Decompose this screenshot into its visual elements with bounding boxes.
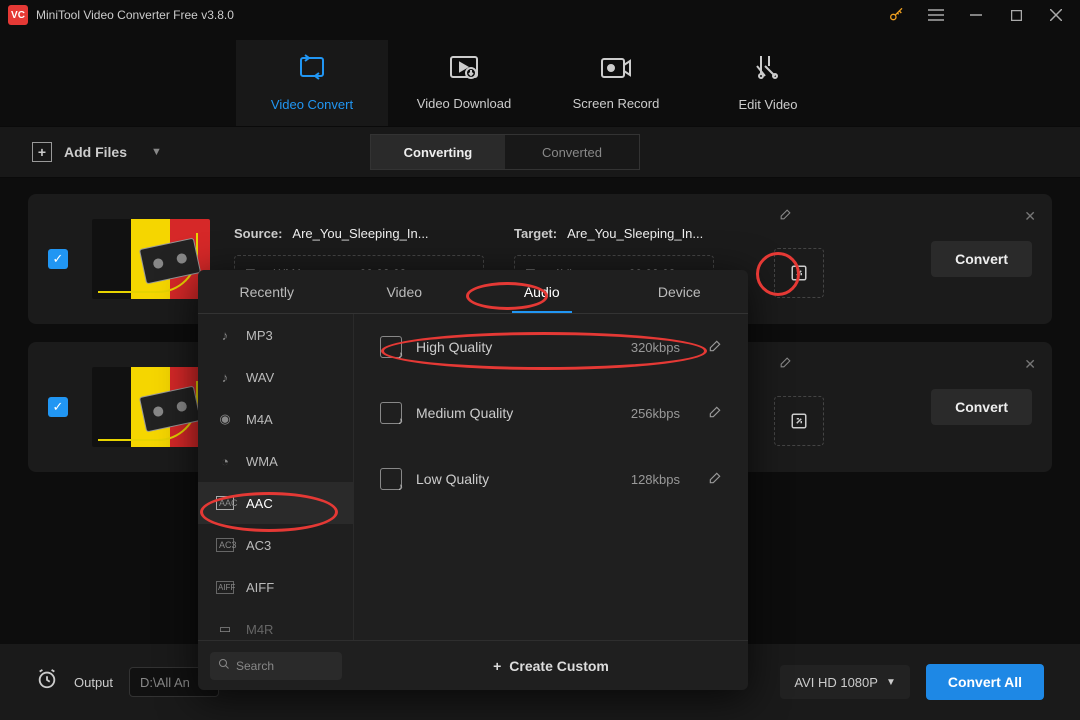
format-popover: Recently Video Audio Device ♪MP3 ♪WAV ◉M… bbox=[198, 270, 748, 690]
edit-icon bbox=[755, 54, 781, 87]
create-custom-button[interactable]: + Create Custom bbox=[354, 658, 748, 674]
schedule-icon[interactable] bbox=[36, 668, 58, 696]
convert-button[interactable]: Convert bbox=[931, 389, 1032, 425]
audio-icon: ▭ bbox=[216, 621, 234, 637]
format-ac3[interactable]: AC3AC3 bbox=[198, 524, 353, 566]
edit-icon[interactable] bbox=[708, 405, 722, 422]
format-m4r[interactable]: ▭M4R bbox=[198, 608, 353, 640]
tab-edit-video[interactable]: Edit Video bbox=[692, 40, 844, 126]
popover-tabs: Recently Video Audio Device bbox=[198, 270, 748, 314]
titlebar: VC MiniTool Video Converter Free v3.8.0 bbox=[0, 0, 1080, 30]
edit-icon[interactable] bbox=[708, 471, 722, 488]
minimize-icon[interactable] bbox=[956, 0, 996, 30]
edit-target-icon[interactable] bbox=[779, 208, 792, 224]
add-files-button[interactable]: + Add Files ▼ bbox=[32, 142, 162, 162]
tab-label: Video Convert bbox=[271, 97, 353, 112]
audio-icon: ♪ bbox=[216, 328, 234, 343]
thumbnail bbox=[92, 367, 210, 447]
popover-footer: Search + Create Custom bbox=[198, 640, 748, 690]
preset-selector[interactable]: AVI HD 1080P ▼ bbox=[780, 665, 910, 699]
format-mp3[interactable]: ♪MP3 bbox=[198, 314, 353, 356]
target-label: Target: bbox=[514, 226, 557, 241]
tab-video-download[interactable]: Video Download bbox=[388, 40, 540, 126]
convert-all-button[interactable]: Convert All bbox=[926, 664, 1044, 700]
tab-label: Video Download bbox=[417, 96, 511, 111]
format-wav[interactable]: ♪WAV bbox=[198, 356, 353, 398]
search-input[interactable]: Search bbox=[210, 652, 342, 680]
main-tabs: Video Convert Video Download Screen Reco… bbox=[0, 30, 1080, 126]
tab-screen-record[interactable]: Screen Record bbox=[540, 40, 692, 126]
maximize-icon[interactable] bbox=[996, 0, 1036, 30]
quality-label: Medium Quality bbox=[416, 405, 513, 421]
settings-button[interactable] bbox=[774, 396, 824, 446]
menu-icon[interactable] bbox=[916, 0, 956, 30]
checkbox[interactable]: ✓ bbox=[48, 249, 68, 269]
close-icon[interactable] bbox=[1036, 0, 1076, 30]
create-custom-label: Create Custom bbox=[509, 658, 609, 674]
plus-icon: + bbox=[32, 142, 52, 162]
quality-icon bbox=[380, 336, 402, 358]
edit-icon[interactable] bbox=[708, 339, 722, 356]
search-icon bbox=[218, 658, 230, 673]
quality-bitrate: 320kbps bbox=[631, 340, 680, 355]
app-logo: VC bbox=[8, 5, 28, 25]
tab-recently[interactable]: Recently bbox=[198, 270, 336, 313]
thumbnail bbox=[92, 219, 210, 299]
format-aac[interactable]: AACAAC bbox=[198, 482, 353, 524]
edit-target-icon[interactable] bbox=[779, 356, 792, 372]
quality-icon bbox=[380, 402, 402, 424]
source-label: Source: bbox=[234, 226, 282, 241]
search-placeholder: Search bbox=[236, 659, 274, 673]
tab-label: Edit Video bbox=[738, 97, 797, 112]
format-m4a[interactable]: ◉M4A bbox=[198, 398, 353, 440]
key-icon[interactable] bbox=[876, 0, 916, 30]
tab-audio[interactable]: Audio bbox=[473, 270, 611, 313]
output-label: Output bbox=[74, 675, 113, 690]
audio-icon: ◔ bbox=[216, 454, 234, 469]
record-icon bbox=[600, 55, 632, 86]
quality-bitrate: 256kbps bbox=[631, 406, 680, 421]
download-icon bbox=[449, 55, 479, 86]
converting-tabs: Converting Converted bbox=[370, 134, 640, 170]
remove-button[interactable]: ✕ bbox=[1024, 356, 1036, 373]
audio-icon: AAC bbox=[216, 496, 234, 510]
quality-bitrate: 128kbps bbox=[631, 472, 680, 487]
chevron-down-icon: ▼ bbox=[151, 146, 162, 158]
source-filename: Are_You_Sleeping_In... bbox=[292, 226, 428, 241]
quality-label: Low Quality bbox=[416, 471, 489, 487]
tab-video-convert[interactable]: Video Convert bbox=[236, 40, 388, 126]
quality-icon bbox=[380, 468, 402, 490]
format-wma[interactable]: ◔WMA bbox=[198, 440, 353, 482]
quality-high[interactable]: High Quality 320kbps bbox=[354, 314, 748, 380]
convert-button[interactable]: Convert bbox=[931, 241, 1032, 277]
preset-label: AVI HD 1080P bbox=[794, 675, 878, 690]
convert-icon bbox=[297, 54, 327, 87]
audio-icon: ◉ bbox=[216, 411, 234, 427]
format-list[interactable]: ♪MP3 ♪WAV ◉M4A ◔WMA AACAAC AC3AC3 AIFFAI… bbox=[198, 314, 354, 640]
tab-device[interactable]: Device bbox=[611, 270, 749, 313]
format-aiff[interactable]: AIFFAIFF bbox=[198, 566, 353, 608]
audio-icon: AIFF bbox=[216, 581, 234, 594]
toolbar: + Add Files ▼ Converting Converted bbox=[0, 126, 1080, 178]
remove-button[interactable]: ✕ bbox=[1024, 208, 1036, 225]
audio-icon: AC3 bbox=[216, 538, 234, 552]
checkbox[interactable]: ✓ bbox=[48, 397, 68, 417]
chevron-down-icon: ▼ bbox=[886, 677, 896, 688]
quality-list: High Quality 320kbps Medium Quality 256k… bbox=[354, 314, 748, 640]
quality-label: High Quality bbox=[416, 339, 492, 355]
settings-button[interactable] bbox=[774, 248, 824, 298]
audio-icon: ♪ bbox=[216, 370, 234, 385]
quality-medium[interactable]: Medium Quality 256kbps bbox=[354, 380, 748, 446]
app-title: MiniTool Video Converter Free v3.8.0 bbox=[36, 8, 234, 22]
tab-label: Screen Record bbox=[573, 96, 660, 111]
quality-low[interactable]: Low Quality 128kbps bbox=[354, 446, 748, 512]
tab-video[interactable]: Video bbox=[336, 270, 474, 313]
plus-icon: + bbox=[493, 658, 501, 674]
tab-converting[interactable]: Converting bbox=[371, 135, 505, 169]
add-files-label: Add Files bbox=[64, 144, 127, 160]
target-filename: Are_You_Sleeping_In... bbox=[567, 226, 703, 241]
tab-converted[interactable]: Converted bbox=[505, 135, 639, 169]
